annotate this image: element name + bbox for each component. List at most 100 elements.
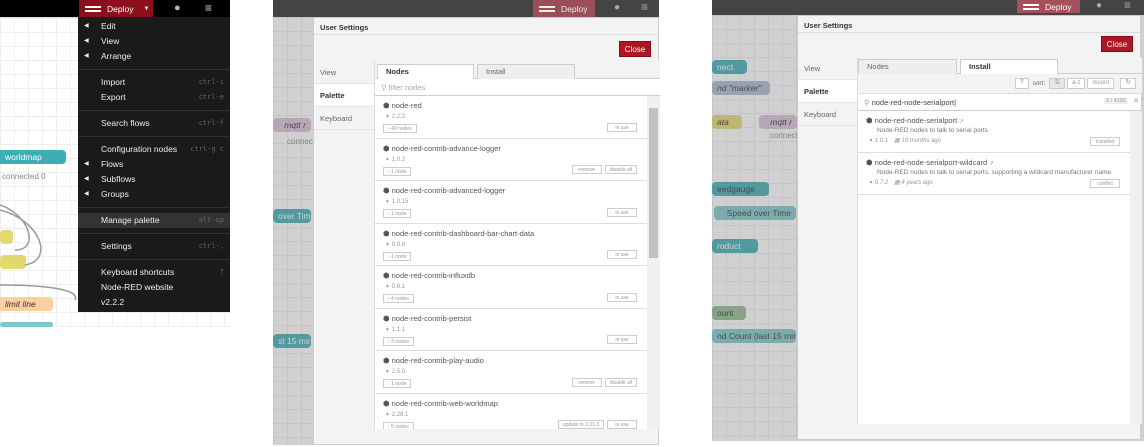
node-count-toggle[interactable]: › 4 nodes	[383, 294, 414, 303]
remove-button[interactable]: remove	[571, 165, 602, 174]
clear-search-icon[interactable]: ✕	[1133, 97, 1139, 105]
menu-item-manage-palette[interactable]: Manage palette alt-sp	[78, 213, 230, 228]
hamburger-menu-icon[interactable]: ≡	[1124, 0, 1131, 12]
update-to-2-31-3-button[interactable]: update to 2.31.3	[557, 420, 604, 429]
list-item: ⬢ node-red-contrib-play-audio ➧ 2.5.0 › 1 …	[375, 351, 647, 394]
node-count-toggle[interactable]: › 5 nodes	[383, 421, 414, 429]
disable-all-button[interactable]: disable all	[604, 165, 637, 174]
conflict-button[interactable]: conflict	[1090, 179, 1120, 188]
menu-item-label: Configuration nodes	[101, 144, 178, 154]
menu-item-configuration-nodes[interactable]: Configuration nodes ctrl-g c	[78, 142, 230, 157]
node-name: node-red-contrib-persist	[391, 313, 472, 323]
node-name: node-red-contrib-dashboard-bar-chart-dat…	[391, 228, 535, 238]
tab-install[interactable]: Install	[960, 59, 1058, 74]
node-count-toggle[interactable]: › 3 nodes	[383, 336, 414, 346]
node-count-toggle[interactable]: › 1 node	[383, 209, 412, 218]
version-label: 1.1.1	[391, 326, 406, 333]
menu-item-edit[interactable]: ◀ Edit	[78, 19, 230, 34]
in-use-button[interactable]: in use	[607, 335, 637, 344]
search-results-list: ⬢ node-red-node-serialport ↗ Node-RED nod…	[858, 111, 1130, 424]
module-actions: in use	[607, 207, 637, 217]
menu-item-view[interactable]: ◀ View	[78, 34, 230, 49]
side-tab-palette[interactable]: Palette	[314, 84, 374, 107]
menu-item-settings[interactable]: Settings ctrl-,	[78, 239, 230, 254]
node-name: node-red-contrib-play-audio	[391, 356, 484, 365]
tab-nodes[interactable]: Nodes	[858, 59, 957, 74]
menu-item-flows[interactable]: ◀ Flows	[78, 157, 230, 172]
menu-item-search-flows[interactable]: Search flows ctrl-f	[78, 116, 230, 131]
menu-item-groups[interactable]: ◀ Groups	[78, 187, 230, 202]
in-use-button[interactable]: in use	[607, 250, 637, 259]
side-tab-view[interactable]: View	[798, 57, 857, 80]
menu-item-export[interactable]: Export ctrl-e	[78, 90, 230, 105]
upload-icon[interactable]: ⤒	[1015, 78, 1029, 89]
search-modules-input[interactable]: ⚲ node-red-node-serialport| 2 / 4192 ✕	[858, 94, 1142, 111]
sort-a-z-button[interactable]: a-z	[1067, 78, 1086, 89]
user-icon[interactable]: ●	[174, 2, 181, 14]
menu-item-v2-2-2[interactable]: v2.2.2	[78, 295, 230, 310]
in-use-button[interactable]: in use	[607, 207, 637, 217]
side-tab-keyboard[interactable]: Keyboard	[798, 103, 857, 126]
menu-item-arrange[interactable]: ◀ Arrange	[78, 49, 230, 64]
side-tab-view[interactable]: View	[314, 61, 374, 84]
menu-item-keyboard-shortcuts[interactable]: Keyboard shortcuts?	[78, 265, 230, 280]
user-icon[interactable]: ●	[614, 2, 620, 13]
submenu-arrow-icon: ◀	[84, 176, 89, 182]
deploy-button[interactable]: Deploy	[533, 0, 595, 17]
tab-install[interactable]: Install	[477, 64, 575, 79]
deploy-button[interactable]: Deploy ▼	[79, 0, 153, 17]
menu-item-import[interactable]: Import ctrl-i	[78, 75, 230, 90]
tag-icon: ➧	[385, 284, 392, 290]
scrollbar[interactable]	[647, 96, 660, 429]
installed-button[interactable]: installed	[1090, 137, 1120, 146]
list-item: ⬢ node-red-contrib-persist ➧ 1.1.1 › 3 nod…	[375, 308, 647, 351]
main-menu: ◀ Edit ◀ View ◀ Arrange Import ctrl-i Export ctrl…	[78, 17, 230, 312]
version-label: 0.9.8	[391, 241, 406, 248]
filter-nodes-input[interactable]: ⚲ filter nodes	[375, 79, 660, 96]
canvas-node-worldmap[interactable]: worldmap	[0, 150, 66, 164]
in-use-button[interactable]: in use	[607, 292, 637, 302]
module-name-label[interactable]: node-red-node-serialport-wildcard	[875, 158, 988, 167]
menu-divider	[78, 69, 230, 70]
node-version: ➧ 1.1.1	[385, 326, 639, 333]
disable-all-button[interactable]: disable all	[604, 377, 637, 387]
dialog-title: User Settings	[314, 18, 658, 35]
side-tab-keyboard[interactable]: Keyboard	[314, 107, 374, 130]
node-count-toggle[interactable]: › 1 node	[383, 379, 412, 388]
canvas-node[interactable]	[0, 322, 53, 327]
remove-button[interactable]: remove	[571, 377, 602, 387]
shortcut-label: ?	[219, 268, 224, 276]
menu-item-node-red-website[interactable]: Node-RED website	[78, 280, 230, 295]
close-button[interactable]: Close	[1101, 36, 1133, 52]
external-link-icon[interactable]: ↗	[987, 161, 994, 167]
module-meta: ➧ 0.7.2 ▦ 4 years ago	[868, 179, 1122, 186]
side-tab-palette[interactable]: Palette	[798, 80, 857, 103]
node-module-name: ⬢ node-red-contrib-persist	[383, 314, 639, 323]
node-count-toggle[interactable]: › 1 node	[383, 251, 412, 261]
sort-relevance-icon[interactable]: ⇅	[1049, 78, 1066, 89]
hamburger-menu-icon[interactable]: ≡	[205, 1, 212, 15]
node-count-toggle[interactable]: › 1 node	[383, 166, 412, 176]
dialog-title: User Settings	[798, 16, 1140, 33]
scrollbar[interactable]	[1130, 111, 1142, 424]
external-link-icon[interactable]: ↗	[957, 119, 964, 125]
caret-down-icon[interactable]: ▼	[143, 6, 149, 12]
menu-item-subflows[interactable]: ◀ Subflows	[78, 172, 230, 187]
hamburger-menu-icon[interactable]: ≡	[641, 0, 648, 14]
node-name: node-red	[391, 101, 422, 110]
menu-item-label: Search flows	[101, 118, 150, 128]
user-icon[interactable]: ●	[1096, 0, 1102, 11]
submenu-arrow-icon: ◀	[84, 23, 89, 29]
version-label: 0.6.1	[391, 284, 406, 290]
node-count-toggle[interactable]: › 40 nodes	[383, 124, 417, 133]
install-toolbar: ⤒ sort: ⇅ a-z recent ↻	[858, 74, 1142, 94]
module-name-label[interactable]: node-red-node-serialport	[875, 116, 958, 125]
close-button[interactable]: Close	[619, 41, 651, 57]
module-meta: ➧ 1.0.1 ▦ 10 months ago	[868, 137, 1122, 144]
in-use-button[interactable]: in use	[607, 420, 637, 429]
in-use-button[interactable]: in use	[607, 122, 637, 132]
sort-recent-button[interactable]: recent	[1087, 78, 1115, 89]
deploy-button[interactable]: Deploy	[1017, 0, 1080, 13]
refresh-icon[interactable]: ↻	[1120, 78, 1136, 89]
tab-nodes[interactable]: Nodes	[377, 64, 474, 79]
